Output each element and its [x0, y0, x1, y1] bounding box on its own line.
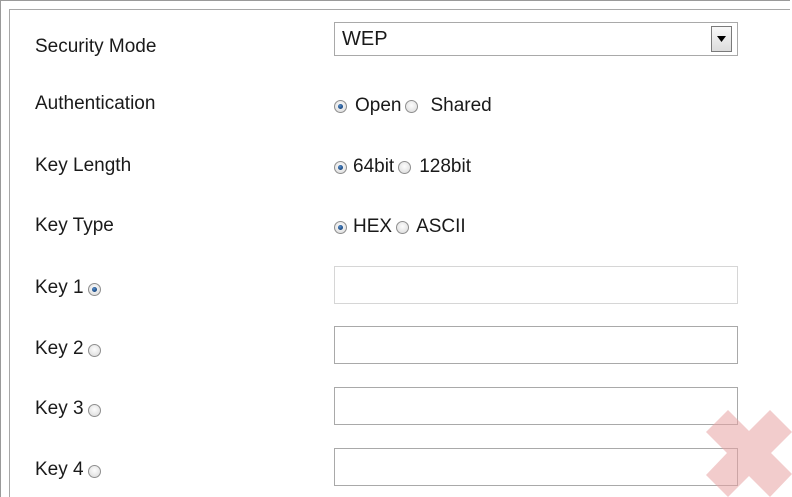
key-2-label: Key 2 [35, 338, 84, 359]
key-length-128bit-label: 128bit [419, 156, 471, 177]
key-2-row: Key 2 [35, 337, 101, 361]
authentication-shared-radio[interactable] [405, 99, 419, 113]
key-1-input[interactable] [335, 267, 737, 303]
key-length-128bit-radio[interactable] [398, 160, 412, 174]
key-1-field[interactable] [334, 266, 738, 304]
key-1-row: Key 1 [35, 276, 101, 300]
security-mode-label: Security Mode [35, 36, 157, 57]
key-4-input[interactable] [335, 449, 737, 485]
key-4-radio[interactable] [87, 465, 101, 478]
key-3-input[interactable] [335, 388, 737, 424]
authentication-options: Open Shared [334, 94, 496, 118]
watermark-cross-icon [706, 410, 792, 497]
key-length-options: 64bit 128bit [334, 155, 475, 179]
key-type-label: Key Type [35, 215, 114, 236]
chevron-down-icon [717, 36, 726, 42]
key-1-radio[interactable] [87, 283, 101, 296]
key-1-label: Key 1 [35, 277, 84, 298]
key-4-label: Key 4 [35, 459, 84, 480]
dropdown-arrow-button[interactable] [711, 26, 732, 52]
key-2-field[interactable] [334, 326, 738, 364]
key-3-field[interactable] [334, 387, 738, 425]
authentication-open-radio[interactable] [334, 99, 347, 113]
key-2-input[interactable] [335, 327, 737, 363]
key-length-label: Key Length [35, 155, 132, 176]
security-mode-value: WEP [342, 27, 388, 50]
key-type-ascii-radio[interactable] [396, 220, 410, 234]
key-length-64bit-radio[interactable] [334, 160, 347, 174]
key-4-row: Key 4 [35, 458, 101, 482]
authentication-shared-label: Shared [430, 95, 492, 116]
key-3-radio[interactable] [87, 404, 101, 417]
authentication-label: Authentication [35, 93, 156, 114]
key-type-ascii-label: ASCII [416, 216, 466, 237]
security-mode-select[interactable]: WEP [334, 22, 738, 56]
key-2-radio[interactable] [87, 344, 101, 357]
key-type-options: HEX ASCII [334, 215, 470, 239]
key-type-hex-label: HEX [353, 216, 393, 237]
key-length-64bit-label: 64bit [353, 156, 395, 177]
key-3-label: Key 3 [35, 398, 84, 419]
key-type-hex-radio[interactable] [334, 220, 347, 234]
authentication-open-label: Open [355, 95, 402, 116]
key-4-field[interactable] [334, 448, 738, 486]
key-3-row: Key 3 [35, 397, 101, 421]
